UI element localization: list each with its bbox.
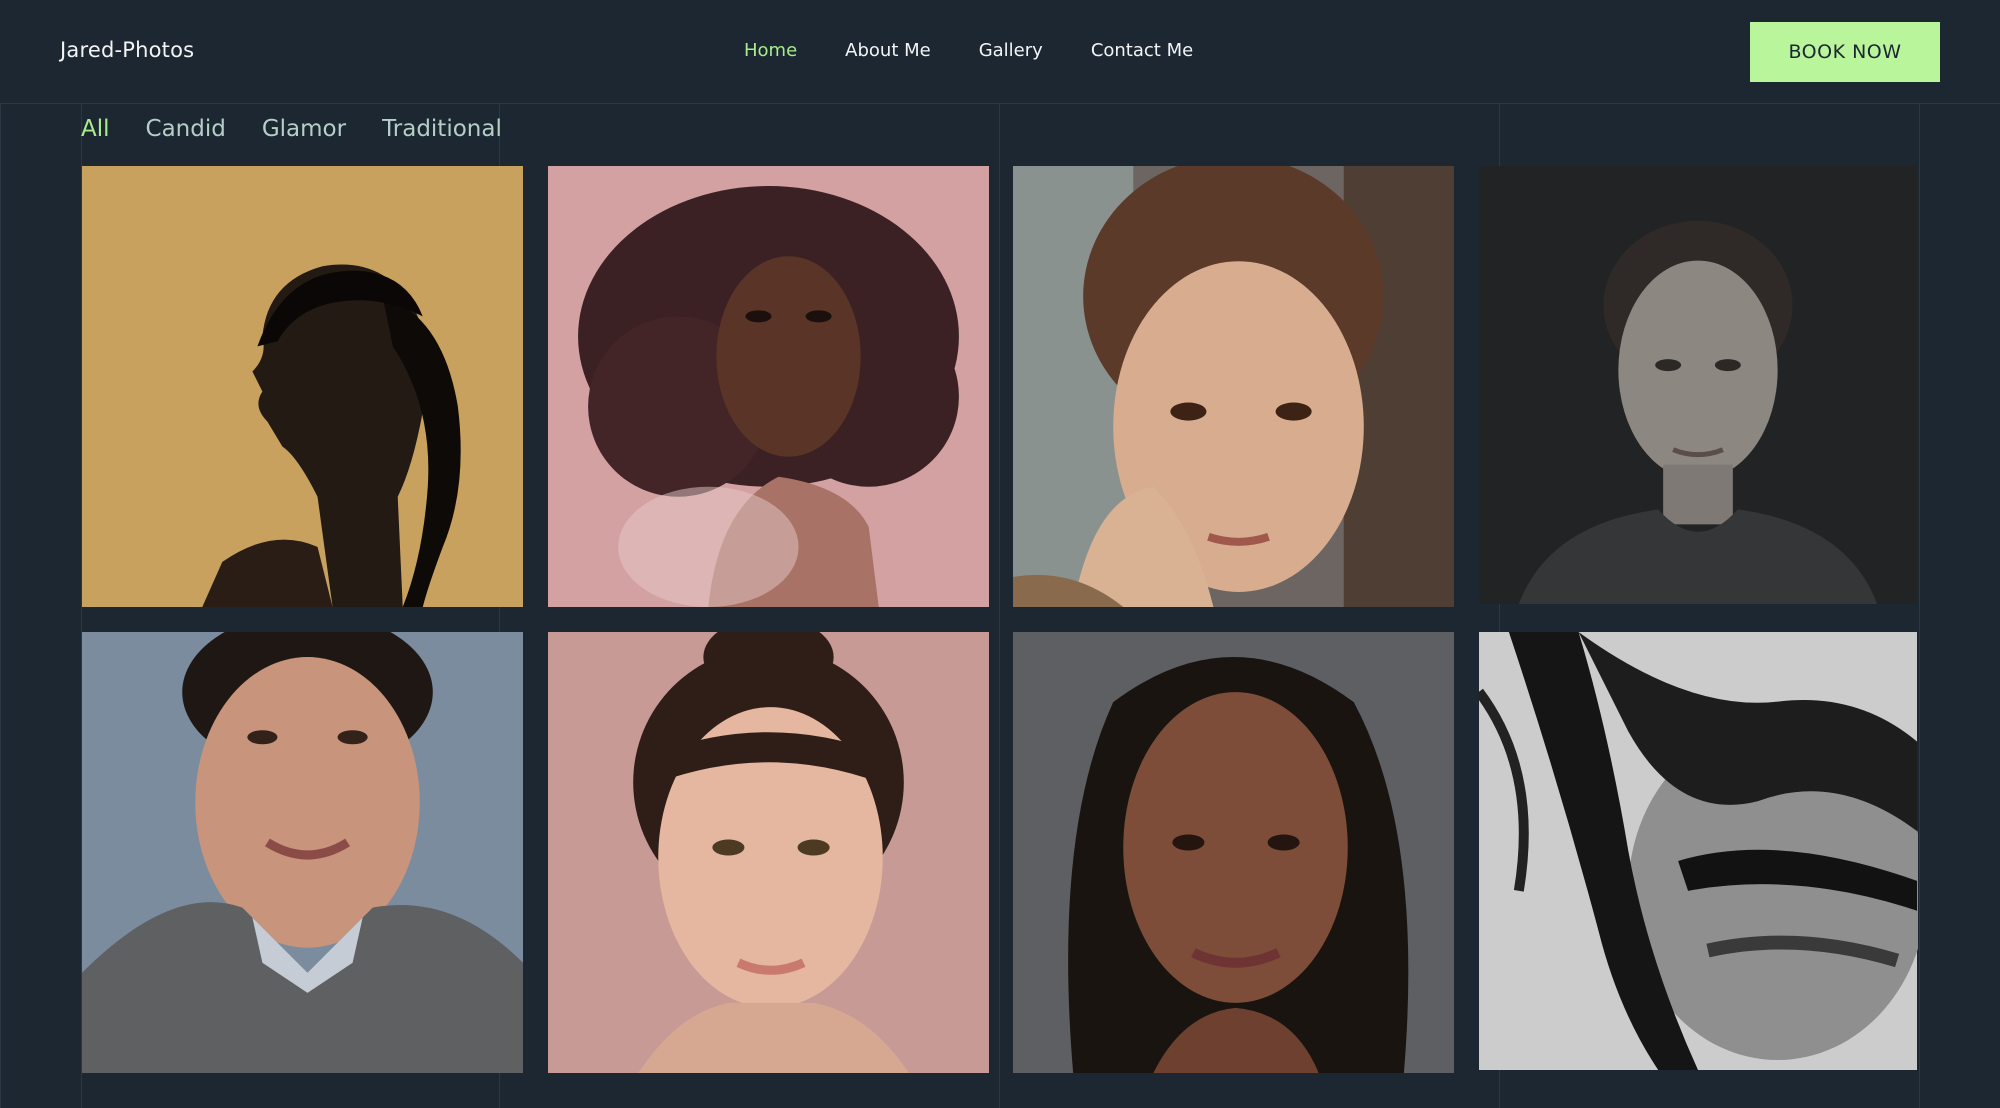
- category-filters: All Candid Glamor Traditional: [81, 116, 538, 142]
- gallery-photo-freckled-woman[interactable]: [1013, 166, 1454, 607]
- guide-line: [0, 104, 1, 1108]
- gallery-photo-hair-bun[interactable]: [548, 632, 989, 1073]
- photo-image: [82, 632, 523, 1073]
- photo-image: [548, 166, 989, 607]
- book-now-button[interactable]: BOOK NOW: [1750, 22, 1940, 82]
- gallery-photo-long-dark-hair[interactable]: [1013, 632, 1454, 1073]
- nav-about-me[interactable]: About Me: [845, 40, 931, 61]
- filter-candid[interactable]: Candid: [146, 116, 226, 142]
- gallery-photo-monochrome-woman[interactable]: [1478, 166, 1918, 604]
- gallery-photo-smiling-man[interactable]: [82, 632, 523, 1073]
- gallery-photo-curly-hair[interactable]: [548, 166, 989, 607]
- photo-image: [1478, 632, 1918, 1070]
- photo-image: [1013, 166, 1454, 607]
- gallery-photo-windswept-hair[interactable]: [1478, 632, 1918, 1070]
- nav-contact-me[interactable]: Contact Me: [1091, 40, 1193, 61]
- filter-glamor[interactable]: Glamor: [262, 116, 346, 142]
- site-logo[interactable]: Jared-Photos: [60, 38, 194, 62]
- guide-line: [1919, 104, 1920, 1108]
- photo-image: [1479, 166, 1917, 604]
- photo-image: [548, 632, 989, 1073]
- main-nav: Home About Me Gallery Contact Me: [744, 40, 1241, 61]
- photo-image: [1013, 632, 1454, 1073]
- filter-traditional[interactable]: Traditional: [382, 116, 502, 142]
- nav-home[interactable]: Home: [744, 40, 797, 61]
- guide-line: [999, 104, 1000, 1108]
- nav-gallery[interactable]: Gallery: [979, 40, 1043, 61]
- gallery-photo-profile-braid[interactable]: [82, 166, 523, 607]
- filter-all[interactable]: All: [81, 116, 110, 142]
- photo-image: [82, 166, 523, 607]
- page: Jared-Photos Home About Me Gallery Conta…: [0, 0, 2000, 1108]
- site-header: Jared-Photos Home About Me Gallery Conta…: [0, 0, 2000, 104]
